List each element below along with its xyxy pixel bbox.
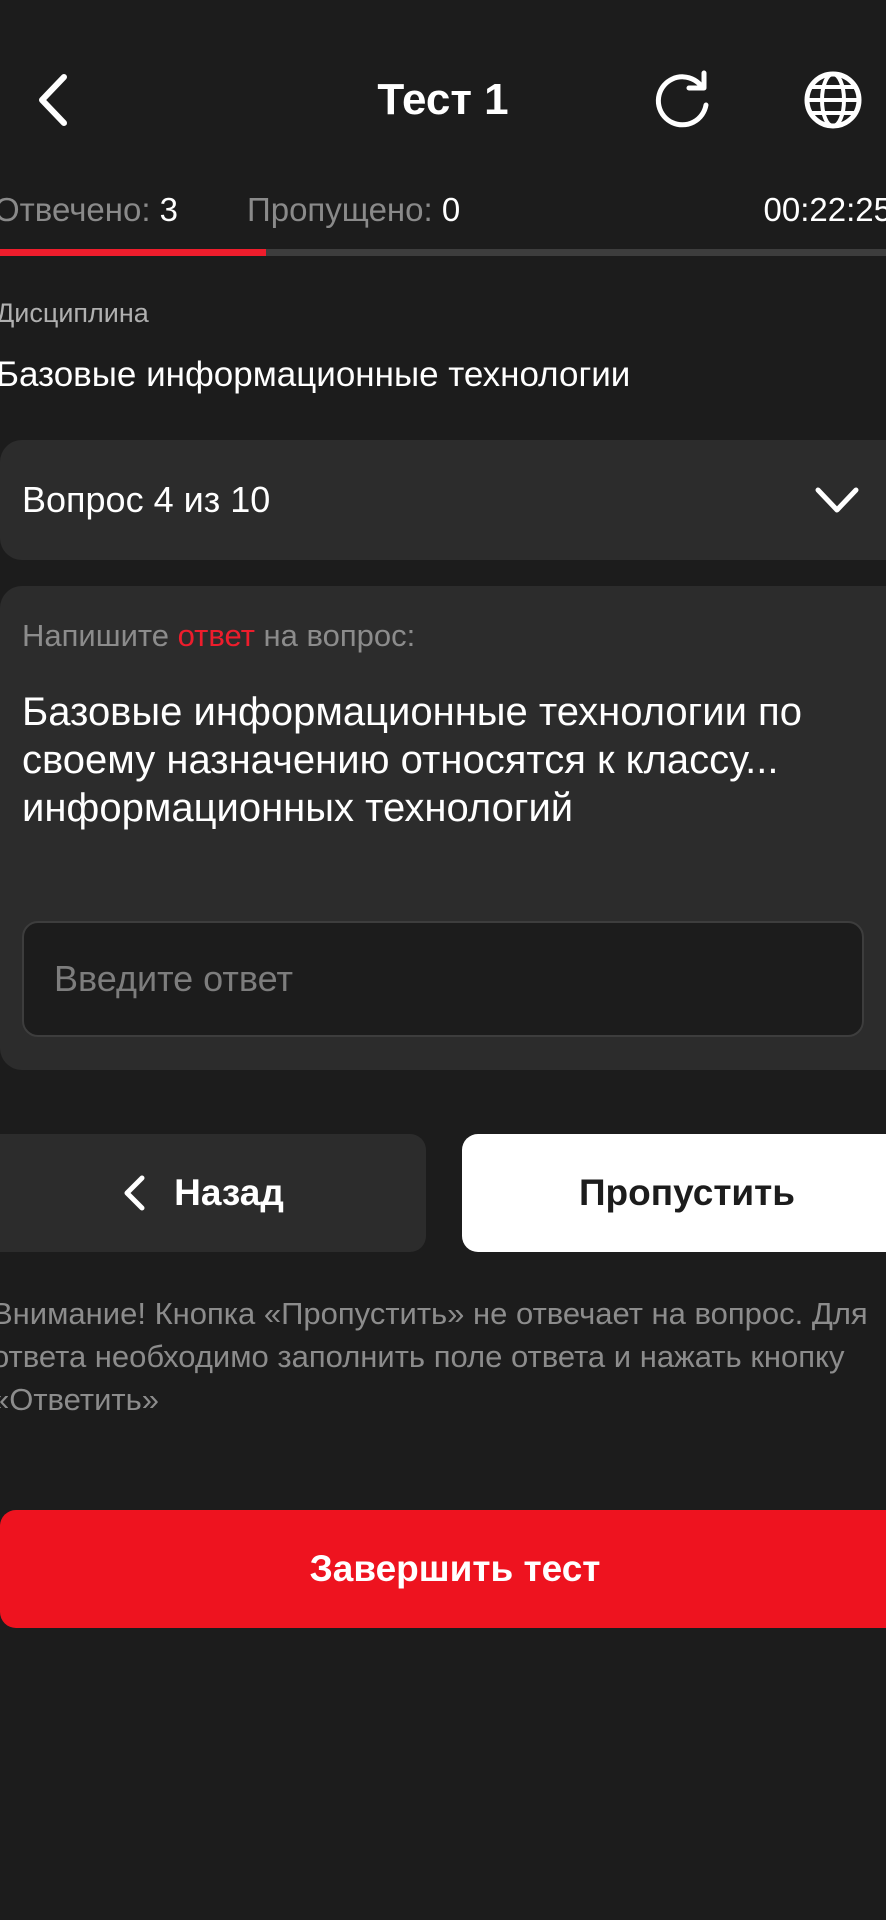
answered-count: 3 bbox=[159, 191, 179, 228]
answered-label: Отвечено: bbox=[0, 191, 151, 228]
skipped-stat: Пропущено: 0 bbox=[247, 182, 460, 238]
skip-button[interactable]: Пропустить bbox=[462, 1134, 886, 1252]
prompt-text-end: на вопрос: bbox=[254, 618, 416, 653]
chevron-down-icon bbox=[815, 487, 859, 513]
finish-test-button[interactable]: Завершить тест bbox=[0, 1510, 886, 1628]
timer: 00:22:25 bbox=[763, 191, 886, 228]
page-title: Тест 1 bbox=[377, 75, 509, 124]
language-button[interactable] bbox=[800, 67, 866, 133]
question-text: Базовые информационные технологии по сво… bbox=[22, 690, 802, 830]
skipped-count: 0 bbox=[441, 191, 461, 228]
globe-icon bbox=[804, 71, 862, 129]
answer-prompt: Напишите ответ на вопрос: bbox=[22, 614, 415, 658]
refresh-icon bbox=[655, 70, 709, 128]
prompt-accent: ответ bbox=[177, 618, 255, 653]
question-selector[interactable]: Вопрос 4 из 10 bbox=[0, 440, 886, 560]
question-selector-label: Вопрос 4 из 10 bbox=[22, 479, 271, 520]
chevron-left-icon bbox=[124, 1175, 145, 1211]
discipline-label: Дисциплина bbox=[0, 298, 149, 328]
question-card: Напишите ответ на вопрос: Базовые информ… bbox=[0, 586, 886, 1070]
skip-notice: Внимание! Кнопка «Пропустить» не отвечае… bbox=[0, 1296, 868, 1417]
progress-bar bbox=[0, 249, 886, 256]
answered-stat: Отвечено: 3 bbox=[0, 182, 178, 238]
back-nav-button[interactable]: Назад bbox=[0, 1134, 426, 1252]
refresh-button[interactable] bbox=[650, 67, 716, 133]
test-stats: Отвечено: 3 Пропущено: 0 00:22:25 bbox=[0, 182, 886, 238]
app-header: Тест 1 bbox=[0, 40, 886, 160]
skipped-label: Пропущено: bbox=[247, 191, 433, 228]
discipline-name: Базовые информационные технологии bbox=[0, 355, 631, 394]
progress-fill bbox=[0, 249, 266, 256]
prompt-text-start: Напишите bbox=[22, 618, 178, 653]
answer-input[interactable] bbox=[22, 921, 864, 1037]
back-nav-label: Назад bbox=[174, 1172, 284, 1213]
